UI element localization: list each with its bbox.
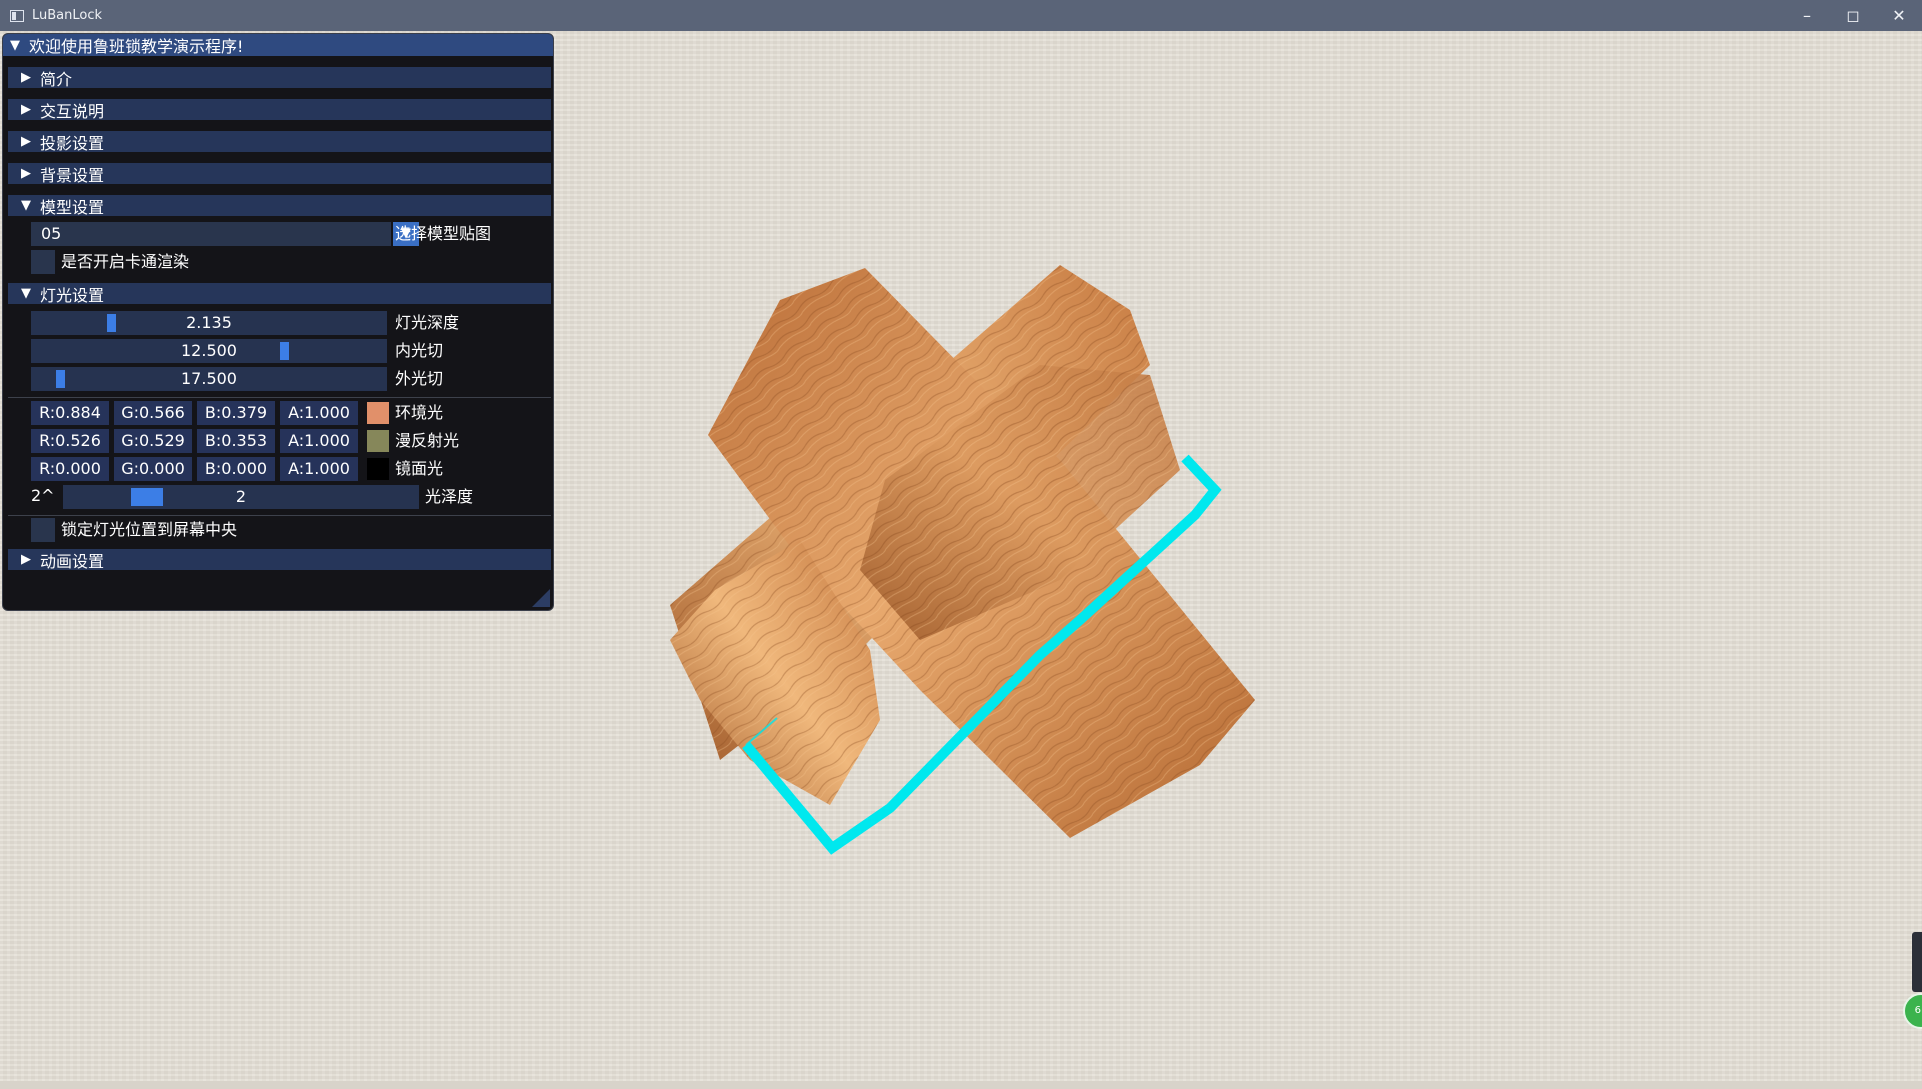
resize-grip[interactable] [532, 589, 550, 607]
texture-combo[interactable]: 05 ▼ [31, 222, 419, 246]
lock-light-checkbox[interactable] [31, 518, 55, 542]
slider-grab[interactable] [107, 314, 116, 332]
cartoon-render-checkbox[interactable] [31, 250, 55, 274]
separator [8, 397, 551, 398]
slider-grab[interactable] [56, 370, 65, 388]
header-background-label: 背景设置 [40, 165, 105, 185]
header-animation[interactable]: ▶ 动画设置 [8, 549, 551, 571]
light-depth-slider[interactable]: 2.135 [31, 311, 387, 335]
outer-cutoff-slider[interactable]: 17.500 [31, 367, 387, 391]
ambient-g-field[interactable]: G:0.566 [114, 401, 192, 425]
light-depth-value: 2.135 [186, 313, 232, 332]
separator [8, 515, 551, 516]
gloss-prefix: 2^ [31, 486, 55, 505]
specular-b-field[interactable]: B:0.000 [197, 457, 275, 481]
inner-cutoff-slider[interactable]: 12.500 [31, 339, 387, 363]
diffuse-label: 漫反射光 [395, 431, 460, 450]
ambient-label: 环境光 [395, 403, 444, 422]
specular-g-field[interactable]: G:0.000 [114, 457, 192, 481]
diffuse-g-field[interactable]: G:0.529 [114, 429, 192, 453]
ambient-color-row: R:0.884 G:0.566 B:0.379 A:1.000 环境光 [3, 401, 553, 425]
panel-title-bar[interactable]: ▼ 欢迎使用鲁班锁教学演示程序! [3, 34, 553, 56]
light-depth-label: 灯光深度 [395, 313, 460, 332]
inner-cutoff-value: 12.500 [181, 341, 237, 360]
header-model-label: 模型设置 [40, 197, 105, 217]
header-animation-label: 动画设置 [40, 551, 105, 571]
ambient-b-field[interactable]: B:0.379 [197, 401, 275, 425]
texture-combo-value: 05 [41, 224, 62, 243]
diffuse-r-field[interactable]: R:0.526 [31, 429, 109, 453]
ambient-r-field[interactable]: R:0.884 [31, 401, 109, 425]
header-interaction[interactable]: ▶ 交互说明 [8, 99, 551, 121]
ambient-color-swatch[interactable] [367, 402, 389, 424]
slider-grab[interactable] [131, 488, 163, 506]
specular-label: 镜面光 [395, 459, 444, 478]
specular-r-field[interactable]: R:0.000 [31, 457, 109, 481]
diffuse-color-row: R:0.526 G:0.529 B:0.353 A:1.000 漫反射光 [3, 429, 553, 453]
header-background[interactable]: ▶ 背景设置 [8, 163, 551, 185]
glossiness-label: 光泽度 [425, 487, 474, 506]
collapse-arrow-icon: ▼ [21, 286, 31, 301]
diffuse-color-swatch[interactable] [367, 430, 389, 452]
specular-color-swatch[interactable] [367, 458, 389, 480]
header-projection[interactable]: ▶ 投影设置 [8, 131, 551, 153]
expand-arrow-icon: ▶ [21, 552, 31, 567]
expand-arrow-icon: ▶ [21, 166, 31, 181]
panel-title: 欢迎使用鲁班锁教学演示程序! [29, 37, 244, 56]
texture-label: 选择模型贴图 [395, 224, 492, 243]
outer-cutoff-value: 17.500 [181, 369, 237, 388]
expand-arrow-icon: ▶ [21, 134, 31, 149]
header-lighting-label: 灯光设置 [40, 285, 105, 305]
header-intro-label: 简介 [40, 69, 73, 89]
header-interaction-label: 交互说明 [40, 101, 105, 121]
header-intro[interactable]: ▶ 简介 [8, 67, 551, 89]
diffuse-b-field[interactable]: B:0.353 [197, 429, 275, 453]
collapse-arrow-icon: ▼ [21, 198, 31, 213]
header-model[interactable]: ▼ 模型设置 [8, 195, 551, 217]
glossiness-slider[interactable]: 2 [63, 485, 419, 509]
inner-cutoff-label: 内光切 [395, 341, 444, 360]
slider-grab[interactable] [280, 342, 289, 360]
collapse-arrow-icon[interactable]: ▼ [7, 38, 23, 53]
ambient-a-field[interactable]: A:1.000 [280, 401, 358, 425]
lock-light-label: 锁定灯光位置到屏幕中央 [61, 520, 238, 539]
side-toolbar[interactable] [1912, 932, 1922, 992]
glossiness-value: 2 [235, 487, 247, 506]
diffuse-a-field[interactable]: A:1.000 [280, 429, 358, 453]
specular-a-field[interactable]: A:1.000 [280, 457, 358, 481]
expand-arrow-icon: ▶ [21, 102, 31, 117]
header-projection-label: 投影设置 [40, 133, 105, 153]
expand-arrow-icon: ▶ [21, 70, 31, 85]
settings-panel[interactable]: ▼ 欢迎使用鲁班锁教学演示程序! ▶ 简介 ▶ 交互说明 ▶ 投影设置 ▶ 背景… [2, 33, 554, 611]
cartoon-render-label: 是否开启卡通渲染 [61, 252, 190, 271]
outer-cutoff-label: 外光切 [395, 369, 444, 388]
specular-color-row: R:0.000 G:0.000 B:0.000 A:1.000 镜面光 [3, 457, 553, 481]
header-lighting[interactable]: ▼ 灯光设置 [8, 283, 551, 305]
